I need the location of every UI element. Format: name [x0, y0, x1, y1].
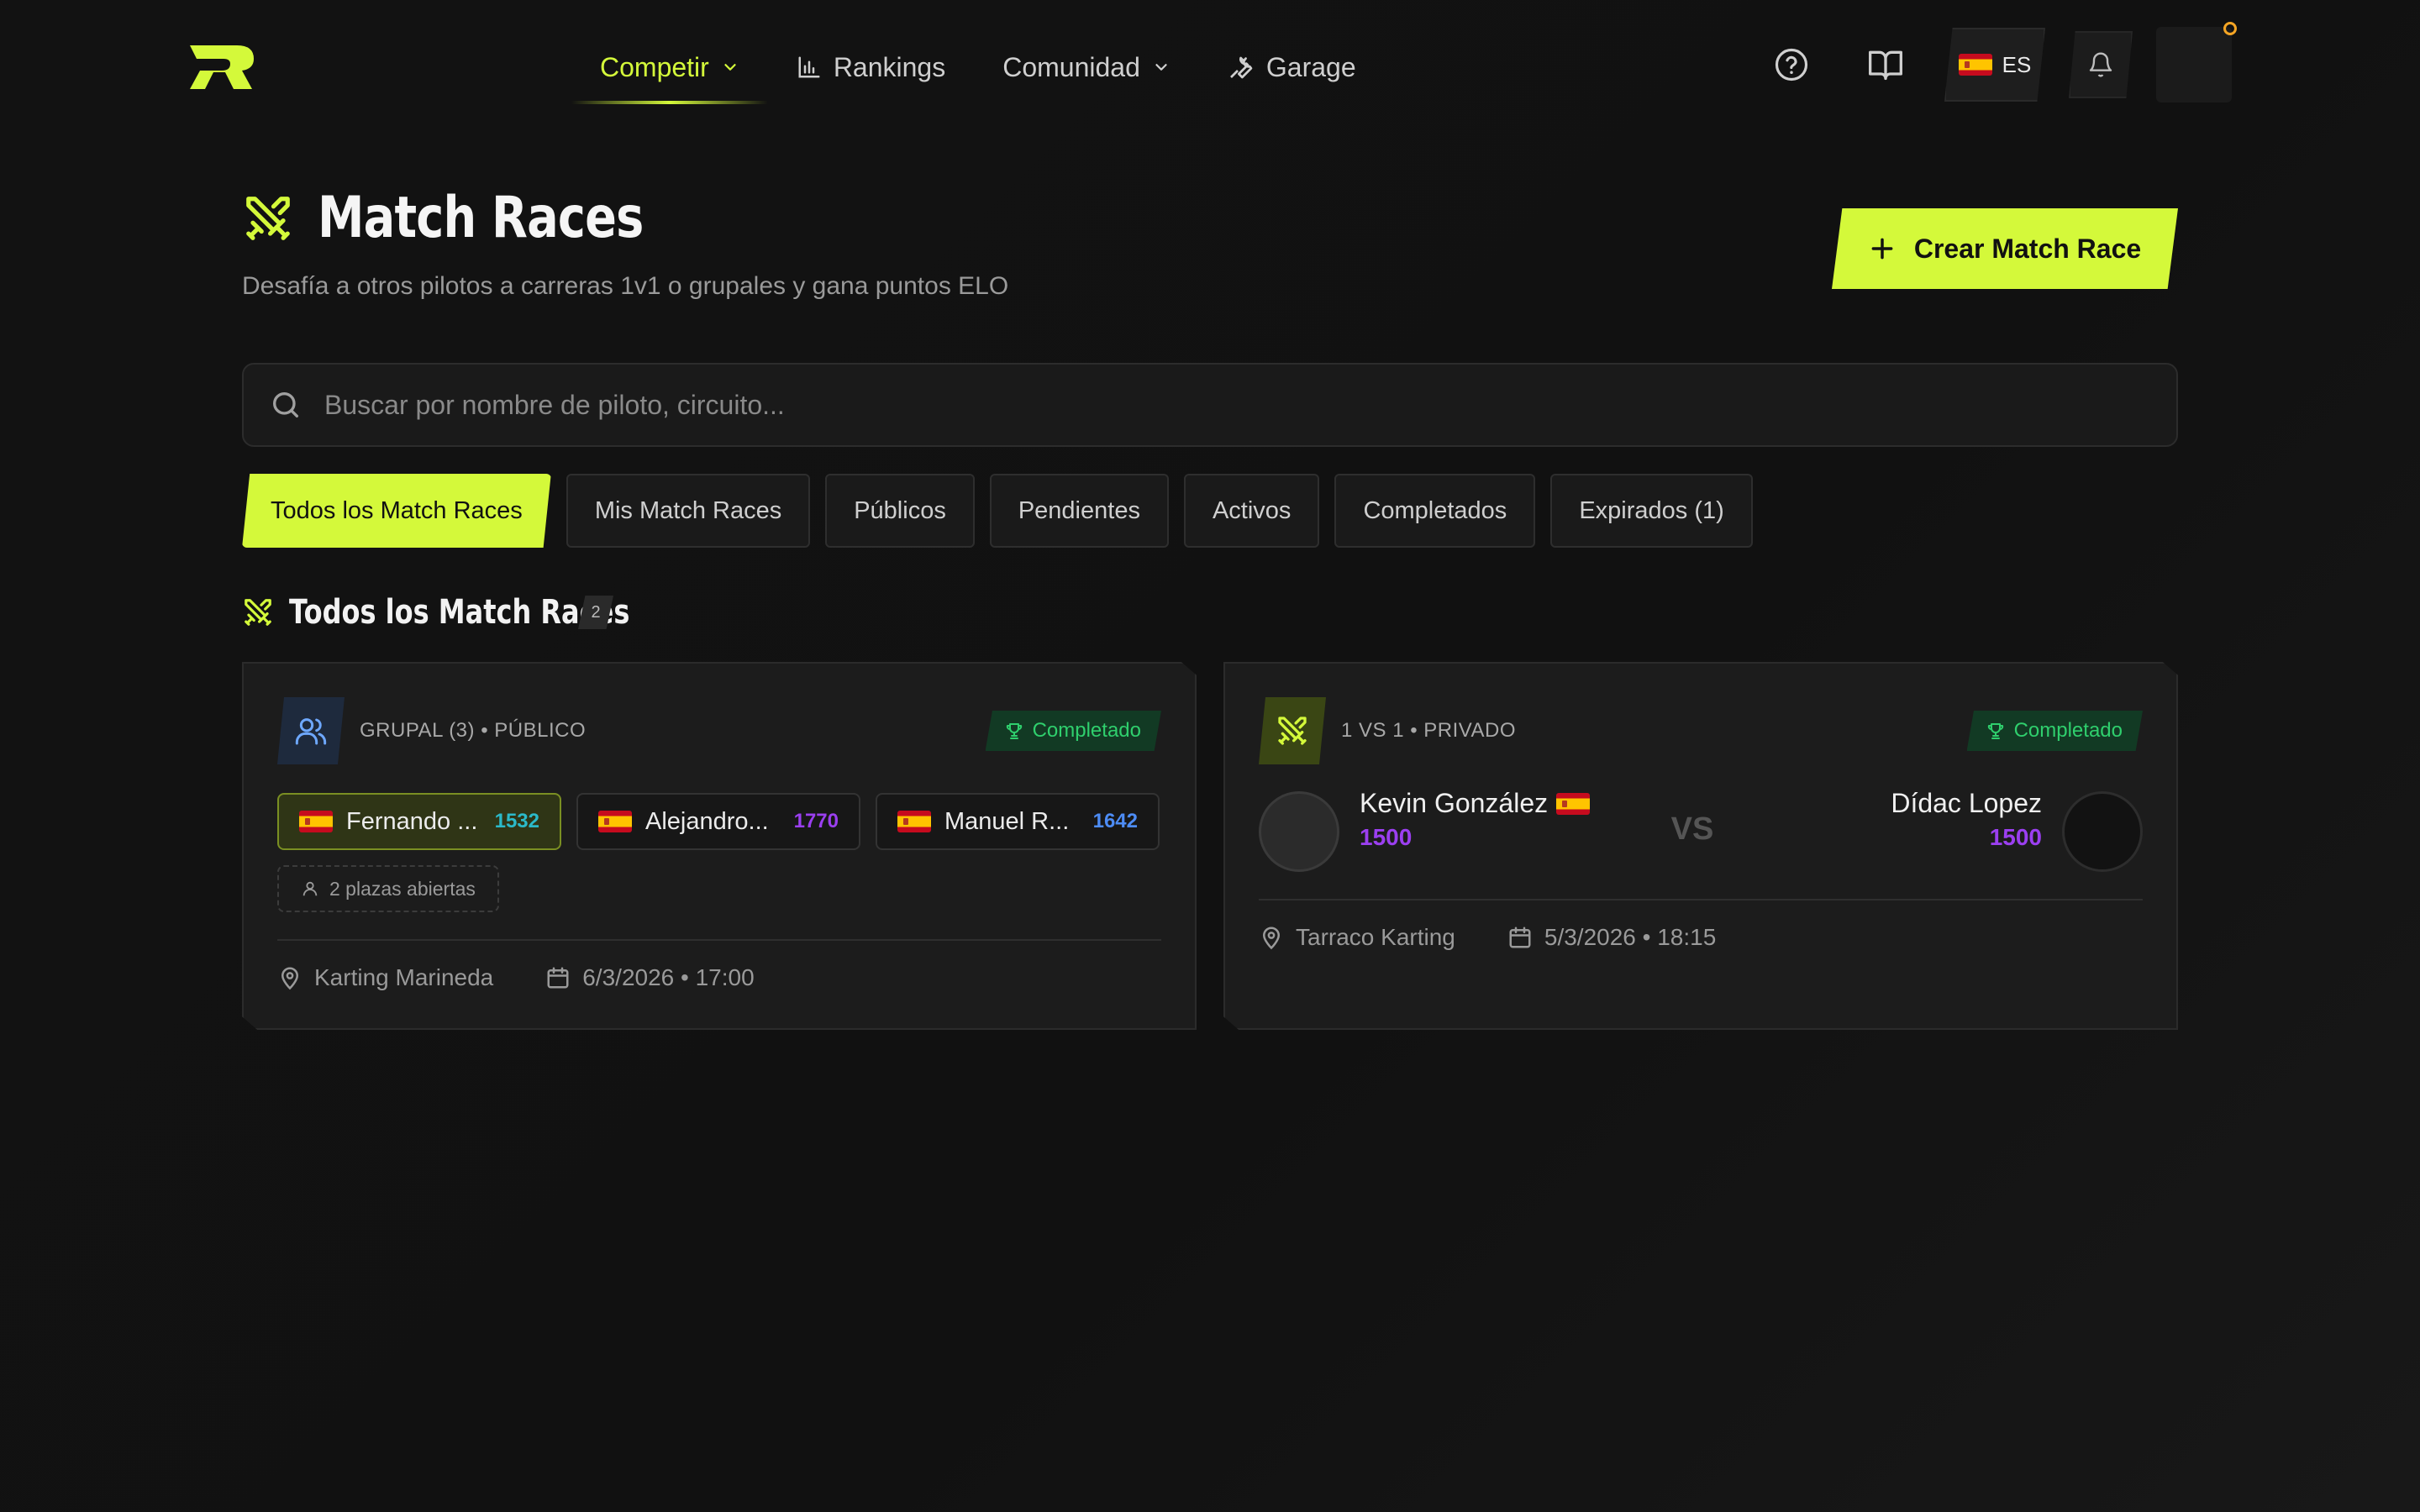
match-race-card[interactable]: 1 VS 1 • PRIVADO Completado Kevin Gonzál… — [1223, 662, 2178, 1030]
nav-comunidad-label: Comunidad — [1002, 51, 1140, 82]
nav-rankings[interactable]: Rankings — [768, 34, 974, 101]
participant-chip[interactable]: Fernando ... 1532 — [277, 793, 561, 850]
participant-name: Alejandro... — [645, 807, 769, 835]
tab-mis-match-races[interactable]: Mis Match Races — [566, 474, 811, 548]
participant-chip[interactable]: Alejandro... 1770 — [576, 793, 860, 850]
tab-publicos[interactable]: Públicos — [825, 474, 975, 548]
nav-garage-label: Garage — [1265, 51, 1356, 82]
match-type: 1 VS 1 • PRIVADO — [1259, 697, 1516, 764]
search-icon — [273, 392, 298, 417]
section-heading: Todos los Match Races 2 — [242, 588, 630, 637]
bell-icon — [2089, 52, 2112, 77]
datetime-label: 5/3/2026 • 18:15 — [1544, 924, 1717, 950]
create-match-race-button[interactable]: Crear Match Race — [1832, 208, 2178, 289]
page-title-row: Match Races — [242, 185, 715, 251]
tab-completados[interactable]: Completados — [1334, 474, 1536, 548]
player-name: Dídac Lopez — [1891, 788, 2042, 818]
player-right: Dídac Lopez 1500 — [1891, 788, 2042, 851]
crossed-swords-icon — [1278, 717, 1307, 745]
nav-comunidad[interactable]: Comunidad — [974, 34, 1199, 101]
top-header: Competir Rankings Comunidad Garage ES — [0, 0, 2420, 134]
chevron-down-icon — [724, 64, 736, 71]
nav-rankings-label: Rankings — [833, 51, 946, 82]
status-label: Completado — [2013, 719, 2123, 742]
participant-list: Fernando ... 1532 Alejandro... 1770 Manu… — [277, 793, 1160, 850]
versus-row: Kevin González 1500 VS Dídac Lopez 1500 — [1259, 788, 2143, 872]
location-label: Tarraco Karting — [1296, 924, 1455, 950]
language-code: ES — [2002, 51, 2032, 77]
trophy-icon — [1987, 723, 2003, 739]
match-race-card[interactable]: GRUPAL (3) • PÚBLICO Completado Fernando… — [242, 662, 1197, 1030]
spain-flag-icon — [299, 811, 333, 832]
group-type-badge — [277, 697, 345, 764]
page-subtitle: Desafía a otros pilotos a carreras 1v1 o… — [242, 272, 1009, 300]
nav-competir-label: Competir — [600, 51, 709, 82]
spain-flag-icon — [1958, 54, 1992, 76]
match-type-label: GRUPAL (3) • PÚBLICO — [360, 719, 587, 742]
card-divider — [1259, 899, 2143, 900]
tab-activos[interactable]: Activos — [1183, 474, 1320, 548]
page-title: Match Races — [318, 185, 644, 251]
create-match-race-label: Crear Match Race — [1913, 233, 2142, 264]
participant-name: Fernando ... — [346, 807, 478, 835]
docs-button[interactable] — [1850, 29, 1921, 100]
spain-flag-icon — [598, 811, 632, 832]
header-actions: ES — [1756, 22, 2237, 102]
plus-icon — [1871, 238, 1893, 260]
match-type-label: 1 VS 1 • PRIVADO — [1341, 719, 1517, 742]
participant-elo: 1642 — [1092, 810, 1138, 832]
status-badge: Completado — [1966, 711, 2143, 751]
search-bar — [242, 363, 2178, 447]
datetime-label: 6/3/2026 • 17:00 — [582, 964, 755, 990]
status-label: Completado — [1032, 719, 1141, 742]
map-pin-icon — [1262, 927, 1281, 950]
match-type: GRUPAL (3) • PÚBLICO — [277, 697, 586, 764]
open-slots-label: 2 plazas abiertas — [329, 877, 476, 900]
nav-garage[interactable]: Garage — [1199, 34, 1385, 101]
tab-expirados[interactable]: Expirados (1) — [1550, 474, 1753, 548]
app-logo[interactable] — [188, 44, 255, 91]
participant-elo: 1770 — [793, 810, 839, 832]
help-button[interactable] — [1756, 29, 1827, 100]
nav-competir[interactable]: Competir — [571, 34, 768, 104]
versus-type-badge — [1259, 697, 1326, 764]
player-elo: 1500 — [1989, 824, 2042, 850]
language-selector[interactable]: ES — [1944, 28, 2045, 102]
calendar-icon — [1509, 927, 1531, 948]
spain-flag-icon — [897, 811, 931, 832]
participant-name: Manuel R... — [944, 807, 1070, 835]
users-icon — [295, 718, 327, 745]
card-divider — [277, 939, 1161, 941]
trophy-icon — [1006, 723, 1022, 739]
notifications-button[interactable] — [2069, 31, 2133, 98]
crossed-swords-icon — [246, 196, 290, 240]
card-meta: Tarraco Karting 5/3/2026 • 18:15 — [1259, 924, 1716, 951]
player-avatar[interactable] — [2062, 791, 2143, 872]
notification-dot — [2223, 22, 2237, 35]
crossed-swords-icon — [245, 599, 271, 626]
wrench-icon — [1229, 56, 1253, 79]
user-icon — [302, 881, 318, 896]
participant-chip[interactable]: Manuel R... 1642 — [876, 793, 1160, 850]
bar-chart-icon — [798, 56, 820, 78]
location-label: Karting Marineda — [314, 964, 494, 990]
map-pin-icon — [281, 967, 299, 990]
card-meta: Karting Marineda 6/3/2026 • 17:00 — [277, 964, 755, 991]
user-avatar-button[interactable] — [2156, 22, 2237, 102]
tab-pendientes[interactable]: Pendientes — [989, 474, 1169, 548]
search-input[interactable] — [324, 389, 2176, 421]
filter-tabs: Todos los Match Races Mis Match Races Pú… — [242, 474, 1753, 548]
tab-todos[interactable]: Todos los Match Races — [242, 474, 551, 548]
calendar-icon — [547, 967, 569, 989]
help-circle-icon — [1775, 48, 1808, 81]
book-open-icon — [1869, 50, 1902, 81]
section-title: Todos los Match Races — [289, 593, 630, 632]
chevron-down-icon — [1155, 64, 1167, 71]
main-nav: Competir Rankings Comunidad Garage — [571, 34, 1385, 104]
status-badge: Completado — [985, 711, 1161, 751]
open-slots-badge: 2 plazas abiertas — [277, 865, 499, 912]
participant-elo: 1532 — [494, 810, 539, 832]
